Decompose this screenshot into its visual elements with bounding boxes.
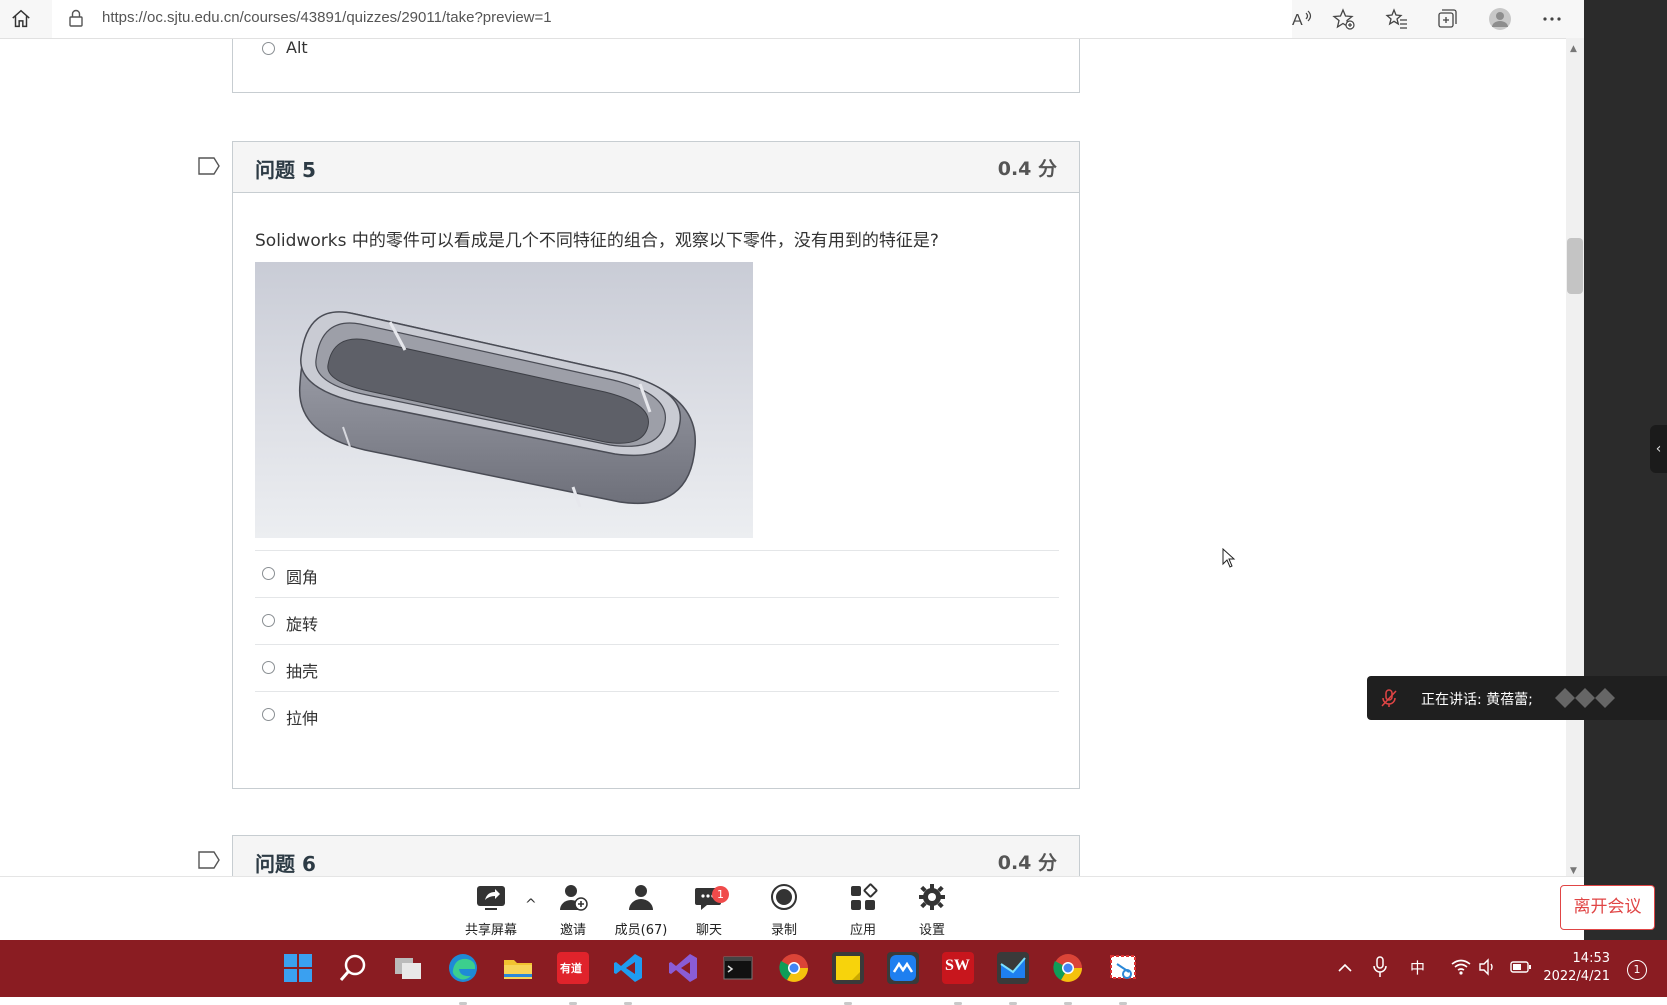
scroll-up-icon[interactable]: ▲ (1570, 44, 1577, 54)
collections-icon[interactable] (1435, 7, 1459, 31)
radio-button[interactable] (262, 661, 275, 674)
lock-icon[interactable] (68, 8, 84, 28)
scroll-down-icon[interactable]: ▼ (1570, 866, 1577, 876)
vscode-icon[interactable] (612, 952, 644, 1005)
share-options-chevron-icon[interactable]: ^ (525, 897, 537, 913)
battery-icon[interactable] (1510, 960, 1532, 974)
windows-taskbar: 有道 SW 中 14:53 2022/4/21 1 (0, 940, 1667, 1005)
page-scrollbar[interactable] (1566, 38, 1584, 876)
search-icon[interactable] (338, 952, 370, 984)
question-header: 问题 5 0.4 分 (233, 142, 1079, 193)
members-icon (629, 885, 653, 910)
flag-question-icon[interactable] (198, 851, 220, 869)
members-button[interactable]: 成员(67) (606, 883, 676, 938)
read-aloud-icon[interactable]: A (1290, 7, 1314, 31)
microphone-icon[interactable] (1372, 956, 1388, 978)
svg-text:A: A (1292, 12, 1303, 29)
apps-icon (851, 883, 878, 910)
tencent-meeting-icon[interactable] (887, 952, 919, 1005)
solidworks-icon[interactable]: SW (942, 952, 974, 1005)
answer-label: 圆角 (286, 568, 319, 587)
question-points: 0.4 分 (997, 158, 1057, 180)
edge-browser-icon[interactable] (447, 952, 479, 1005)
speaking-indicator: 正在讲话: 黄蓓蕾; (1367, 676, 1667, 720)
answer-option[interactable]: 抽壳 (255, 644, 1059, 691)
answer-label: 抽壳 (286, 662, 319, 681)
url-text[interactable]: https://oc.sjtu.edu.cn/courses/43891/qui… (102, 9, 552, 26)
record-button[interactable]: 录制 (749, 883, 819, 938)
solidworks-label: SW (945, 957, 970, 974)
share-screen-button[interactable]: 共享屏幕 (456, 883, 526, 938)
address-bar[interactable]: https://oc.sjtu.edu.cn/courses/43891/qui… (52, 0, 1292, 38)
share-screen-icon (477, 886, 505, 910)
speaking-text: 正在讲话: 黄蓓蕾; (1421, 692, 1533, 708)
add-favorite-icon[interactable] (1332, 7, 1356, 31)
terminal-icon[interactable] (722, 952, 754, 984)
sticky-notes-icon[interactable] (832, 952, 864, 1005)
answer-label: 拉伸 (286, 709, 319, 728)
profile-avatar-icon[interactable] (1488, 7, 1512, 31)
answer-label: 旋转 (286, 615, 319, 634)
home-icon[interactable] (10, 8, 32, 30)
answer-option[interactable]: 拉伸 (255, 691, 1059, 738)
scrollbar-thumb[interactable] (1567, 238, 1583, 294)
answer-option[interactable]: 圆角 (255, 550, 1059, 597)
notification-badge[interactable]: 1 (1627, 960, 1647, 980)
browser-toolbar: https://oc.sjtu.edu.cn/courses/43891/qui… (0, 0, 1584, 39)
file-explorer-icon[interactable] (502, 952, 534, 984)
gear-icon (919, 884, 945, 910)
chrome-icon[interactable] (778, 952, 810, 984)
radio-button[interactable] (262, 708, 275, 721)
meeting-toolbar: 共享屏幕 ^ 邀请 成员(67) 1 聊天 录制 应用 设置 (0, 876, 1584, 941)
flag-question-icon[interactable] (198, 157, 220, 175)
record-icon (771, 884, 797, 910)
wifi-icon[interactable] (1451, 958, 1471, 976)
start-windows-icon[interactable] (282, 952, 314, 984)
invite-button[interactable]: 邀请 (538, 883, 608, 938)
favorites-icon[interactable] (1385, 7, 1409, 31)
apps-button[interactable]: 应用 (828, 883, 898, 938)
clock[interactable]: 14:53 2022/4/21 (1540, 950, 1610, 986)
radio-button[interactable] (262, 614, 275, 627)
leave-meeting-button[interactable]: 离开会议 (1560, 885, 1655, 930)
youdao-dictionary-icon[interactable]: 有道 (557, 952, 589, 1005)
volume-icon[interactable] (1478, 958, 1496, 976)
radio-button[interactable] (262, 42, 275, 55)
answer-option[interactable]: Alt (255, 39, 1059, 75)
clock-time: 14:53 (1572, 951, 1610, 966)
previous-question: Alt (232, 39, 1080, 93)
settings-button[interactable]: 设置 (897, 883, 967, 938)
question-text: Solidworks 中的零件可以看成是几个不同特征的组合，观察以下零件，没有用… (255, 231, 939, 251)
question-points: 0.4 分 (997, 852, 1057, 874)
task-view-icon[interactable] (392, 952, 424, 984)
mouse-cursor-icon (1222, 548, 1236, 568)
answer-label: Alt (286, 39, 308, 57)
visual-studio-icon[interactable] (667, 952, 699, 984)
ime-indicator[interactable]: 中 (1410, 957, 1425, 978)
question-6: 问题 6 0.4 分 (232, 835, 1080, 876)
snipping-tool-icon[interactable] (1107, 952, 1139, 1005)
chat-badge: 1 (712, 886, 729, 903)
part-image (255, 262, 753, 538)
collapse-panel-icon[interactable]: ‹ (1650, 425, 1667, 473)
chat-button[interactable]: 1 聊天 (674, 883, 744, 938)
audio-wave-icon (1555, 688, 1615, 708)
question-5: 问题 5 0.4 分 Solidworks 中的零件可以看成是几个不同特征的组合… (232, 141, 1080, 789)
answer-option[interactable]: 旋转 (255, 597, 1059, 644)
youdao-label: 有道 (560, 962, 582, 975)
question-header: 问题 6 0.4 分 (233, 836, 1079, 876)
chrome-profile-icon[interactable] (1052, 952, 1084, 1005)
question-title: 问题 6 (255, 852, 316, 876)
invite-icon (560, 885, 588, 911)
question-title: 问题 5 (255, 158, 316, 182)
app-icon[interactable] (997, 952, 1029, 1005)
more-menu-icon[interactable] (1540, 7, 1564, 31)
show-hidden-icons-chevron-icon[interactable] (1337, 960, 1353, 976)
quiz-page: Alt 问题 5 0.4 分 Solidworks 中的零件可以看成是几个不同特… (0, 39, 1566, 876)
mic-muted-icon (1381, 689, 1397, 707)
clock-date: 2022/4/21 (1543, 969, 1610, 984)
radio-button[interactable] (262, 567, 275, 580)
